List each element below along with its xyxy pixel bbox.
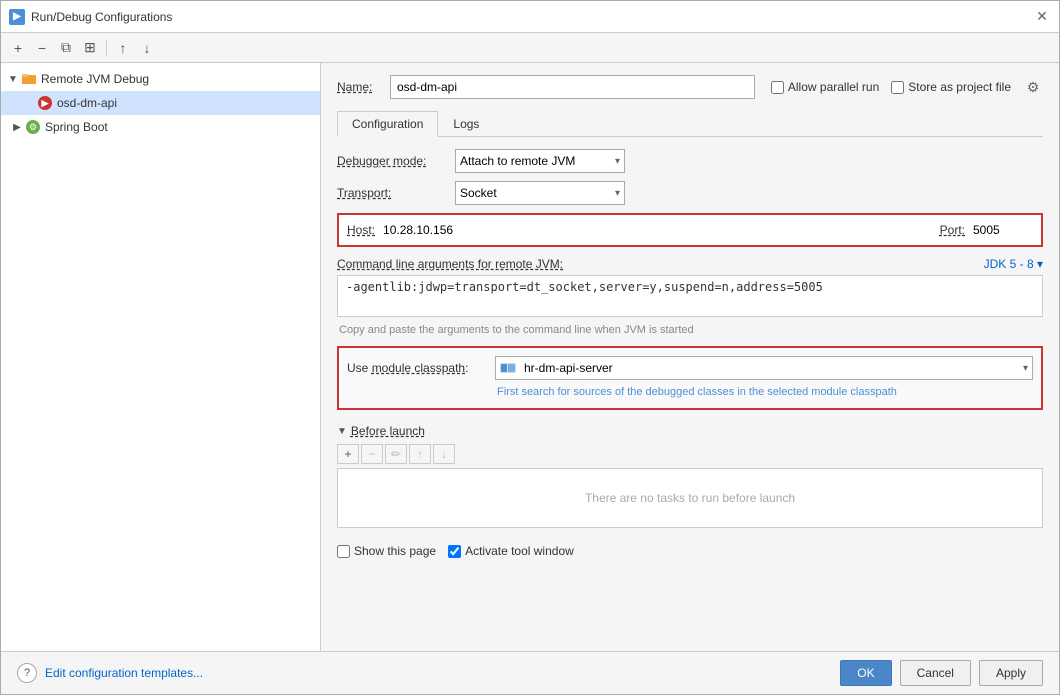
cmd-label: Command line arguments for remote JVM: [337, 257, 563, 271]
before-launch-title: Before launch [351, 424, 425, 438]
move-down-button[interactable]: ↓ [136, 37, 158, 59]
transport-select[interactable]: Socket ▾ [455, 181, 625, 205]
jdk-link[interactable]: JDK 5 - 8 ▾ [984, 257, 1043, 271]
port-input[interactable] [973, 219, 1033, 241]
host-input[interactable] [383, 219, 932, 241]
host-port-container: Host: Port: [337, 213, 1043, 247]
store-as-project-label[interactable]: Store as project file [891, 80, 1011, 94]
module-select-arrow: ▾ [1023, 363, 1028, 374]
osd-dm-api-label: osd-dm-api [57, 96, 117, 110]
tree-folder-spring-boot[interactable]: ▶ ⚙ Spring Boot [1, 115, 320, 139]
folder-icon [21, 71, 37, 87]
cmd-header: Command line arguments for remote JVM: J… [337, 257, 1043, 271]
before-launch-edit-btn[interactable]: ✏ [385, 444, 407, 464]
debugger-mode-arrow: ▾ [615, 156, 620, 167]
title-bar: ▶ Run/Debug Configurations ✕ [1, 1, 1059, 33]
module-hint: First search for sources of the debugged… [347, 385, 1033, 400]
spring-boot-icon: ⚙ [25, 119, 41, 135]
expand-arrow-spring-boot[interactable]: ▶ [9, 119, 25, 135]
module-label: Use module classpath: [347, 361, 487, 375]
module-section: Use module classpath: hr-dm-api-server ▾ [337, 346, 1043, 410]
name-input[interactable] [390, 75, 755, 99]
expand-arrow-remote-jvm[interactable]: ▼ [5, 71, 21, 87]
app-icon: ▶ [9, 9, 25, 25]
before-launch-toolbar: + − ✏ ↑ ↓ [337, 444, 1043, 464]
activate-tool-label[interactable]: Activate tool window [448, 544, 574, 558]
tree-item-osd-dm-api[interactable]: ▶ osd-dm-api [1, 91, 320, 115]
remove-config-button[interactable]: − [31, 37, 53, 59]
cmd-textarea[interactable]: -agentlib:jdwp=transport=dt_socket,serve… [337, 275, 1043, 317]
show-page-label[interactable]: Show this page [337, 544, 436, 558]
window-title: Run/Debug Configurations [31, 10, 172, 24]
module-icon [500, 361, 516, 375]
debugger-mode-label: Debugger mode: [337, 154, 447, 168]
help-button[interactable]: ? [17, 663, 37, 683]
main-toolbar: + − ⧉ ⊞ ↑ ↓ [1, 33, 1059, 63]
tab-logs[interactable]: Logs [438, 111, 494, 136]
debugger-mode-row: Debugger mode: Attach to remote JVM ▾ [337, 149, 1043, 173]
store-as-project-checkbox[interactable] [891, 81, 904, 94]
header-options: Allow parallel run Store as project file… [771, 77, 1043, 97]
toolbar-separator [106, 40, 107, 56]
transport-value: Socket [460, 186, 497, 200]
edit-templates-link[interactable]: Edit configuration templates... [45, 666, 203, 680]
before-launch-empty-text: There are no tasks to run before launch [585, 491, 795, 505]
move-config-button[interactable]: ⊞ [79, 37, 101, 59]
config-right-panel: Name: Allow parallel run Store as projec… [321, 63, 1059, 651]
copy-config-button[interactable]: ⧉ [55, 37, 77, 59]
transport-arrow: ▾ [615, 188, 620, 199]
before-launch-arrow-icon[interactable]: ▼ [337, 426, 347, 437]
bottom-left: Show this page Activate tool window [337, 544, 1043, 558]
add-config-button[interactable]: + [7, 37, 29, 59]
before-launch-list: There are no tasks to run before launch [337, 468, 1043, 528]
config-tabs: Configuration Logs [337, 111, 1043, 137]
close-button[interactable]: ✕ [1033, 8, 1051, 26]
footer: ? Edit configuration templates... OK Can… [1, 651, 1059, 694]
module-select[interactable]: hr-dm-api-server ▾ [495, 356, 1033, 380]
module-row: Use module classpath: hr-dm-api-server ▾ [347, 356, 1033, 380]
name-label: Name: [337, 80, 382, 94]
bottom-options-row: Show this page Activate tool window [337, 544, 1043, 558]
allow-parallel-checkbox[interactable] [771, 81, 784, 94]
gear-button[interactable]: ⚙ [1023, 77, 1043, 97]
cmd-section: Command line arguments for remote JVM: J… [337, 257, 1043, 336]
before-launch-header: ▼ Before launch [337, 424, 1043, 438]
show-page-checkbox[interactable] [337, 545, 350, 558]
before-launch-add-btn[interactable]: + [337, 444, 359, 464]
move-up-button[interactable]: ↑ [112, 37, 134, 59]
config-tree-panel: ▼ Remote JVM Debug ▶ osd-dm-api [1, 63, 321, 651]
tab-configuration[interactable]: Configuration [337, 111, 438, 137]
apply-button[interactable]: Apply [979, 660, 1043, 686]
cancel-button[interactable]: Cancel [900, 660, 971, 686]
transport-label: Transport: [337, 186, 447, 200]
config-debug-icon: ▶ [37, 95, 53, 111]
tree-folder-remote-jvm[interactable]: ▼ Remote JVM Debug [1, 67, 320, 91]
module-value: hr-dm-api-server [524, 361, 613, 375]
remote-jvm-label: Remote JVM Debug [41, 72, 149, 86]
debugger-mode-select[interactable]: Attach to remote JVM ▾ [455, 149, 625, 173]
debugger-mode-value: Attach to remote JVM [460, 154, 575, 168]
footer-left: ? Edit configuration templates... [17, 663, 203, 683]
port-label: Port: [940, 223, 965, 237]
main-content: ▼ Remote JVM Debug ▶ osd-dm-api [1, 63, 1059, 651]
activate-tool-checkbox[interactable] [448, 545, 461, 558]
before-launch-remove-btn[interactable]: − [361, 444, 383, 464]
before-launch-up-btn[interactable]: ↑ [409, 444, 431, 464]
transport-row: Transport: Socket ▾ [337, 181, 1043, 205]
host-label: Host: [347, 223, 375, 237]
ok-button[interactable]: OK [840, 660, 891, 686]
spring-boot-label: Spring Boot [45, 120, 108, 134]
name-row: Name: Allow parallel run Store as projec… [337, 75, 1043, 99]
footer-right: OK Cancel Apply [840, 660, 1043, 686]
cmd-hint: Copy and paste the arguments to the comm… [337, 324, 1043, 336]
allow-parallel-label[interactable]: Allow parallel run [771, 80, 879, 94]
before-launch-section: ▼ Before launch + − ✏ ↑ ↓ There are no t… [337, 424, 1043, 528]
before-launch-down-btn[interactable]: ↓ [433, 444, 455, 464]
